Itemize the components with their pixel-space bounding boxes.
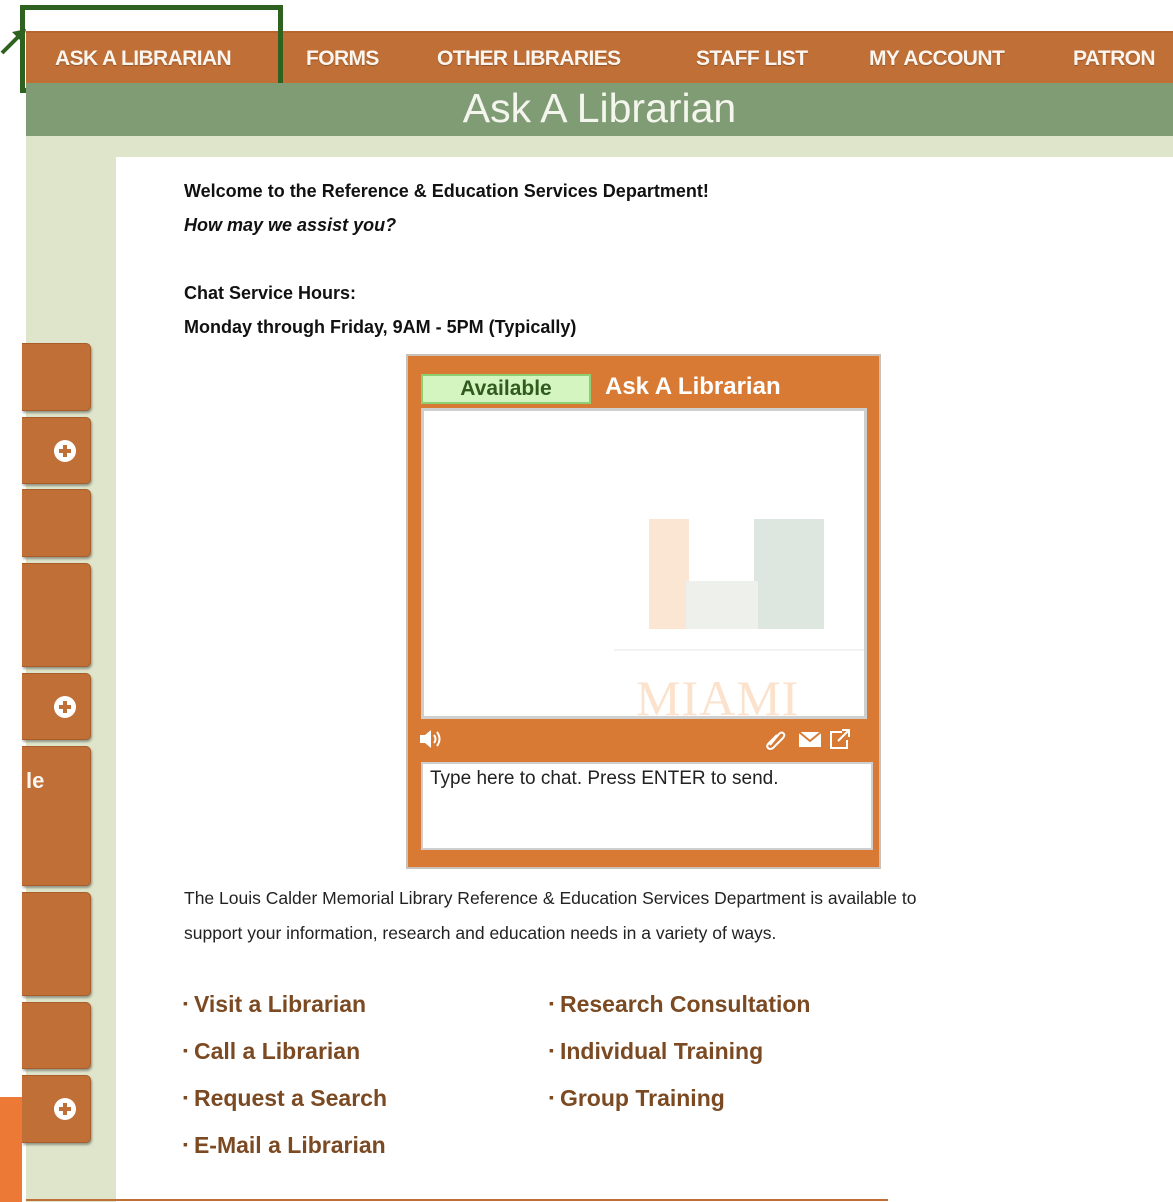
logo-u-right-stroke [754, 519, 824, 629]
envelope-icon[interactable] [798, 730, 822, 748]
expand-plus-icon[interactable] [54, 1098, 76, 1120]
sidebar-tab-7[interactable] [22, 892, 91, 996]
sidebar-tab-4[interactable] [22, 563, 91, 667]
top-navigation: ASK A LIBRARIAN FORMS OTHER LIBRARIES ST… [26, 31, 1173, 83]
logo-u-left-stroke [649, 519, 689, 629]
status-badge[interactable]: Available [421, 374, 591, 404]
logo-u-bottom [686, 581, 758, 629]
nav-item-forms[interactable]: FORMS [306, 47, 379, 71]
link-e-mail-a-librarian[interactable]: ▪ E-Mail a Librarian [183, 1132, 386, 1159]
paperclip-icon[interactable] [764, 728, 786, 750]
speaker-icon[interactable] [418, 728, 444, 750]
sidebar-tab-9[interactable] [22, 1075, 91, 1143]
sidebar-tab-5[interactable] [22, 673, 91, 740]
link-call-a-librarian[interactable]: ▪ Call a Librarian [183, 1038, 360, 1065]
expand-plus-icon[interactable] [54, 440, 76, 462]
assist-subheading: How may we assist you? [184, 215, 397, 235]
nav-item-other-libraries[interactable]: OTHER LIBRARIES [437, 47, 621, 71]
chat-title: Ask A Librarian [605, 373, 781, 400]
nav-item-my-account[interactable]: MY ACCOUNT [869, 47, 1005, 71]
link-request-a-search[interactable]: ▪ Request a Search [183, 1085, 387, 1112]
nav-item-patron[interactable]: PATRON [1073, 47, 1156, 71]
bottom-divider [26, 1199, 888, 1201]
link-individual-training[interactable]: ▪ Individual Training [549, 1038, 763, 1065]
link-label: Visit a Librarian [193, 991, 367, 1017]
popout-icon[interactable] [828, 728, 852, 750]
nav-item-ask-a-librarian[interactable]: ASK A LIBRARIAN [55, 47, 232, 71]
sidebar-tab-8[interactable] [22, 1002, 91, 1069]
link-label: Call a Librarian [193, 1038, 361, 1064]
link-label: E-Mail a Librarian [193, 1132, 386, 1158]
link-group-training[interactable]: ▪ Group Training [549, 1085, 725, 1112]
chat-hours-label: Chat Service Hours: [184, 283, 357, 303]
miami-logo-text: MIAMI [636, 670, 800, 719]
link-label: Research Consultation [559, 991, 811, 1017]
description-line-1: The Louis Calder Memorial Library Refere… [184, 888, 917, 908]
link-label: Request a Search [193, 1085, 387, 1111]
sidebar-tab-1[interactable] [22, 343, 91, 411]
link-label: Individual Training [559, 1038, 764, 1064]
logo-divider [614, 649, 864, 651]
welcome-heading: Welcome to the Reference & Education Ser… [184, 181, 709, 201]
sidebar-tab-6[interactable] [22, 746, 91, 886]
chat-message-input[interactable] [421, 762, 873, 850]
chat-widget: Available Ask A Librarian MIAMI [406, 354, 881, 869]
sidebar-tab-2[interactable] [22, 417, 91, 484]
chat-hours-value: Monday through Friday, 9AM - 5PM (Typica… [184, 317, 577, 337]
sidebar-tab-3[interactable] [22, 489, 91, 557]
sidebar-tab-label: le [26, 768, 45, 793]
chat-transcript-window[interactable]: MIAMI [421, 408, 867, 719]
expand-plus-icon[interactable] [54, 696, 76, 718]
page-banner: Ask A Librarian [26, 83, 1173, 136]
link-label: Group Training [559, 1085, 725, 1111]
link-research-consultation[interactable]: ▪ Research Consultation [549, 991, 810, 1018]
description-line-2: support your information, research and e… [184, 923, 777, 943]
link-visit-a-librarian[interactable]: ▪ Visit a Librarian [183, 991, 366, 1018]
page-title: Ask A Librarian [462, 85, 737, 131]
orange-side-block [0, 1097, 22, 1202]
nav-item-staff-list[interactable]: STAFF LIST [696, 47, 808, 71]
